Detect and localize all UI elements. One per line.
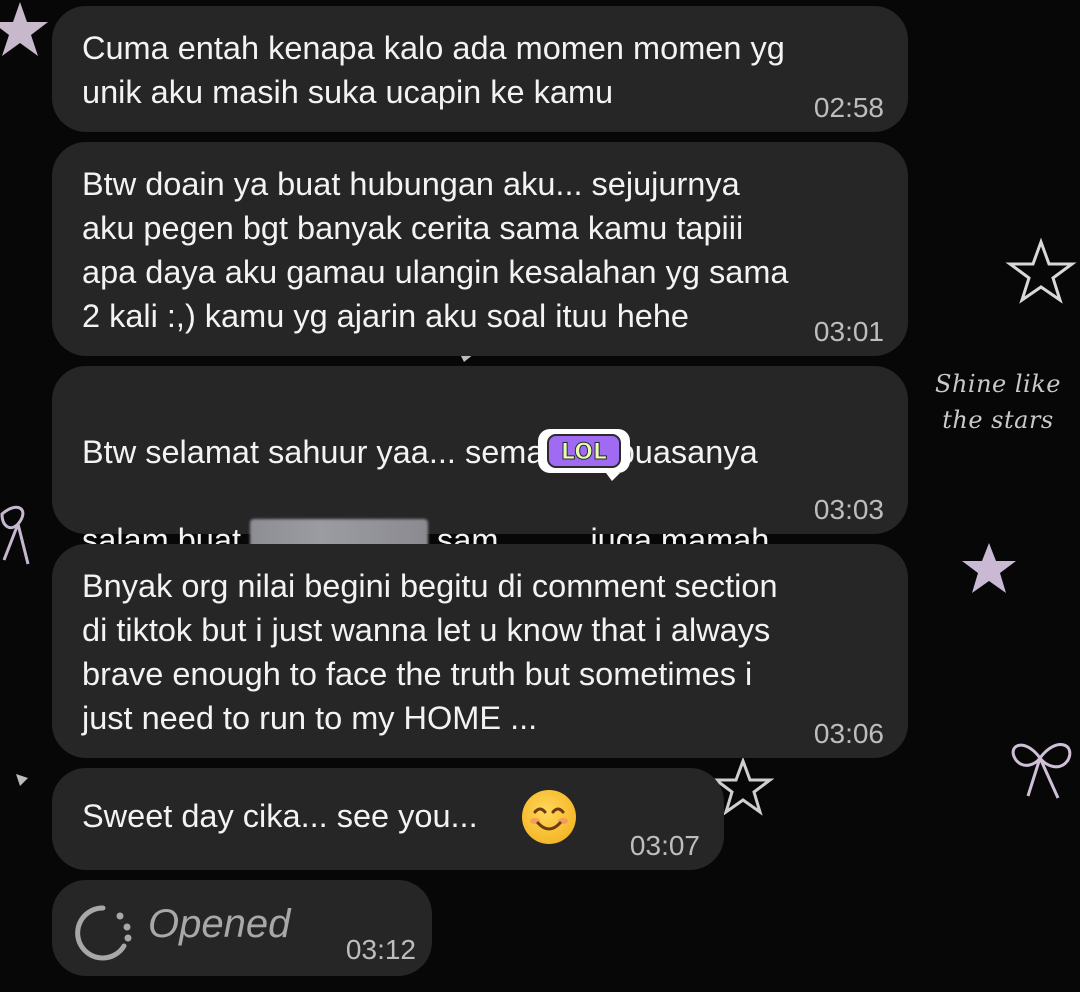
message-text: Cuma entah kenapa kalo ada momen momen y…: [82, 30, 785, 110]
opened-snap-icon: [75, 905, 132, 961]
opened-time: 03:12: [345, 934, 416, 965]
message-time: 02:58: [813, 92, 884, 123]
star-icon: [0, 2, 48, 56]
caption-line-2: the stars: [942, 406, 1054, 434]
message-time: 03:07: [629, 830, 700, 861]
smiling-face-icon: [530, 807, 568, 831]
ribbon-bow-icon: [1011, 743, 1072, 799]
opened-status-bubble[interactable]: Opened 03:12: [52, 880, 432, 976]
star-outline-icon: [1005, 238, 1077, 304]
lol-sticker[interactable]: LOL: [536, 425, 632, 483]
message-bubble[interactable]: Sweet day cika... see you... 03:07: [52, 768, 724, 870]
opened-label: Opened: [148, 902, 291, 946]
message-bubble[interactable]: Bnyak org nilai begini begitu di comment…: [52, 544, 908, 758]
sparkle-dot-icon: [16, 774, 28, 786]
message-bubble[interactable]: Btw selamat sahuur yaa... semangat puasa…: [52, 366, 908, 558]
lol-label: LOL: [561, 440, 607, 465]
message-text: Bnyak org nilai begini begitu di comment…: [82, 568, 778, 736]
message-text: Sweet day cika... see you...: [82, 798, 478, 834]
caption-line-1: Shine like: [935, 370, 1061, 398]
message-time: 03:03: [813, 494, 884, 525]
wallpaper-caption: Shine like the stars: [918, 366, 1078, 438]
ribbon-bow-icon: [0, 505, 30, 565]
message-line: Btw selamat sahuur yaa... semangat puasa…: [82, 434, 758, 470]
message-time: 03:06: [813, 718, 884, 749]
message-bubble[interactable]: Btw doain ya buat hubungan aku... sejuju…: [52, 142, 908, 356]
message-bubble[interactable]: Cuma entah kenapa kalo ada momen momen y…: [52, 6, 908, 132]
star-icon: [962, 543, 1016, 593]
message-text: Btw doain ya buat hubungan aku... sejuju…: [82, 166, 789, 334]
smiling-face-emoji: [522, 790, 576, 844]
message-time: 03:01: [813, 316, 884, 347]
